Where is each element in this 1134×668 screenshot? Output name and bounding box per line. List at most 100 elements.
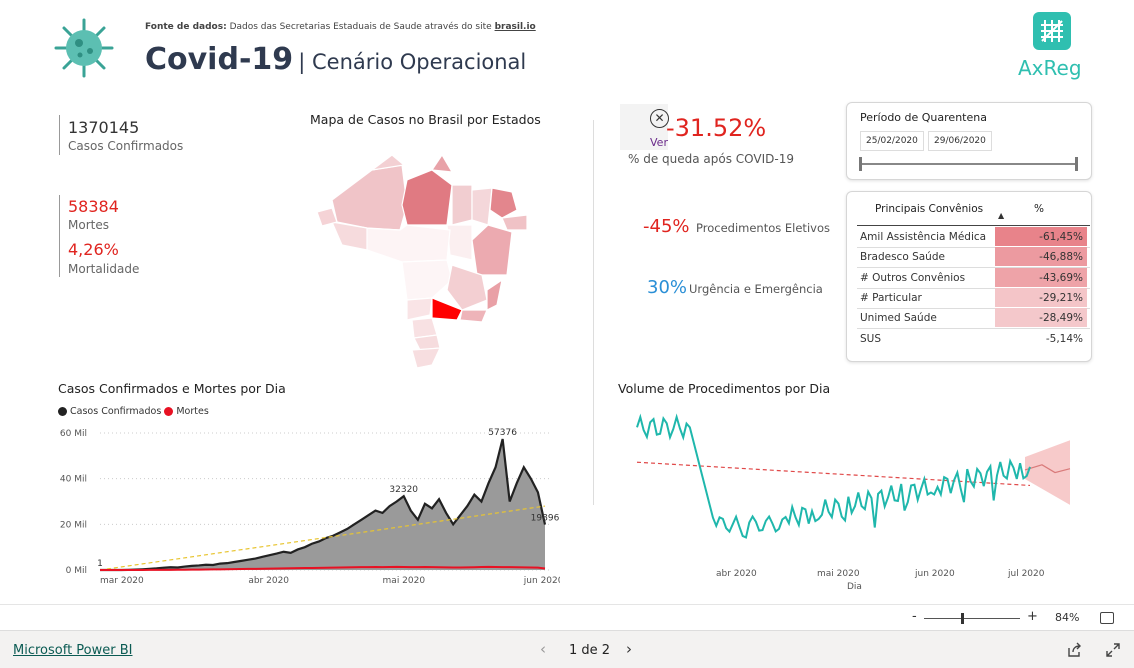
page-indicator: 1 de 2 — [569, 643, 611, 658]
slider-track[interactable] — [861, 163, 1077, 165]
data-source-text: Dados das Secretarias Estaduais de Saude… — [229, 22, 492, 32]
mortality-label: Mortalidade — [68, 262, 140, 276]
x-tick-label: abr 2020 — [716, 569, 757, 579]
y-tick-label: 60 Mil — [60, 429, 87, 439]
table-row[interactable]: SUS -5,14% — [857, 328, 1090, 349]
quarantine-title: Período de Quarentena — [860, 111, 987, 124]
kpi-divider — [59, 195, 62, 277]
y-tick-label: 40 Mil — [60, 475, 87, 485]
urgency-label: Urgência e Emergência — [689, 282, 823, 296]
vertical-divider — [593, 120, 594, 505]
y-tick-label: 0 Mil — [66, 566, 87, 576]
data-label: 32320 — [389, 485, 418, 495]
sort-arrow-icon[interactable]: ▲ — [998, 211, 1004, 220]
procedures-line — [636, 413, 1031, 539]
brazil-map[interactable] — [312, 150, 532, 370]
zoom-out-button[interactable]: - — [912, 609, 917, 624]
table-row[interactable]: # Outros Convênios -43,69% — [857, 267, 1090, 289]
confirmed-value: 1370145 — [68, 118, 140, 137]
data-label: 57376 — [488, 428, 517, 438]
x-tick-label: mai 2020 — [817, 569, 860, 579]
zoom-slider-track[interactable] — [924, 618, 1020, 619]
forecast-band — [1025, 440, 1070, 505]
map-state-mt — [361, 224, 451, 263]
convenio-pct-cell: -5,14% — [995, 328, 1087, 348]
map-state-to — [446, 224, 473, 261]
start-date-field[interactable]: 25/02/2020 — [860, 131, 924, 151]
convenio-pct-cell: -28,49% — [995, 308, 1087, 328]
map-state-ma — [451, 184, 473, 226]
fit-page-icon[interactable] — [1100, 612, 1114, 624]
cases-chart[interactable]: 60 Mil 40 Mil 20 Mil 0 Mil mar 2020 abr 2020 m… — [50, 420, 560, 595]
x-tick-label: jun 2020 — [914, 569, 955, 579]
elective-value: -45% — [643, 216, 690, 237]
x-tick-label: jul 2020 — [1007, 569, 1045, 579]
legend-dot-icon — [164, 407, 174, 416]
convenio-name: Bradesco Saúde — [860, 251, 945, 264]
virus-logo-icon — [54, 18, 114, 78]
col-header-pct[interactable]: % — [1034, 203, 1044, 215]
convenio-name: Amil Assistência Médica — [860, 231, 987, 243]
legend-label-cases: Casos Confirmados — [70, 406, 162, 417]
map-title: Mapa de Casos no Brasil por Estados — [310, 112, 541, 127]
table-row[interactable]: Unimed Saúde -28,49% — [857, 308, 1090, 330]
convenio-pct: -28,49% — [1039, 312, 1083, 325]
zoom-level: 84% — [1055, 611, 1080, 624]
map-state-ce — [489, 187, 518, 219]
convenio-name: Unimed Saúde — [860, 312, 937, 325]
slider-handle-end[interactable] — [1075, 157, 1078, 171]
map-state-rs — [411, 347, 441, 369]
map-state-pe — [501, 214, 528, 231]
table-row[interactable]: # Particular -29,21% — [857, 287, 1090, 309]
prev-page-icon[interactable]: ‹ — [540, 640, 546, 658]
x-tick-label: jun 2020 — [523, 576, 560, 586]
powerbi-link[interactable]: Microsoft Power BI — [13, 643, 132, 658]
convenio-pct-cell: -61,45% — [995, 227, 1087, 246]
convenio-pct: -43,69% — [1039, 271, 1083, 284]
data-label: 1 — [97, 559, 103, 569]
zoom-slider-handle[interactable] — [961, 613, 964, 624]
map-state-am — [331, 164, 408, 231]
visual-error-box[interactable]: ✕ Ver — [620, 104, 669, 150]
convenio-name: SUS — [860, 332, 882, 345]
legend-dot-icon — [58, 407, 67, 416]
cases-chart-title: Casos Confirmados e Mortes por Dia — [58, 381, 286, 396]
x-tick-label: mar 2020 — [100, 576, 144, 586]
table-row[interactable]: Amil Assistência Médica -61,45% — [857, 227, 1090, 248]
page-title: Covid-19 | Cenário Operacional — [145, 42, 526, 77]
end-date-field[interactable]: 29/06/2020 — [928, 131, 992, 151]
drop-value: -31.52% — [666, 114, 767, 142]
fullscreen-icon[interactable] — [1105, 642, 1121, 658]
convenio-pct-cell: -29,21% — [995, 287, 1087, 307]
deaths-label: Mortes — [68, 218, 109, 232]
x-tick-label: mai 2020 — [383, 576, 426, 586]
elective-label: Procedimentos Eletivos — [696, 221, 830, 235]
x-axis-label: Dia — [847, 582, 862, 592]
deaths-value: 58384 — [68, 197, 119, 216]
header-rule — [857, 225, 1090, 226]
data-label: 19896 — [531, 514, 560, 524]
urgency-value: 30% — [647, 277, 688, 298]
convenio-pct-cell: -46,88% — [995, 247, 1087, 267]
convenio-pct-cell: -43,69% — [995, 267, 1087, 287]
col-header-name[interactable]: Principais Convênios — [875, 203, 983, 215]
report-canvas: Fonte de dados: Dados das Secretarias Es… — [0, 0, 1134, 604]
axreg-logo-icon — [1033, 12, 1071, 50]
slider-handle-start[interactable] — [859, 157, 862, 171]
mortality-value: 4,26% — [68, 240, 119, 259]
convenio-pct: -46,88% — [1039, 251, 1083, 264]
next-page-icon[interactable]: › — [626, 640, 632, 658]
subtitle-text: | Cenário Operacional — [298, 50, 527, 74]
map-state-ba — [471, 224, 513, 276]
table-row[interactable]: Bradesco Saúde -46,88% — [857, 247, 1090, 269]
procedures-chart[interactable]: abr 2020 mai 2020 jun 2020 jul 2020 Dia — [620, 400, 1080, 600]
quarantine-slicer: Período de Quarentena 25/02/2020 29/06/2… — [846, 102, 1092, 180]
convenio-pct: -5,14% — [1045, 332, 1083, 345]
legend-label-deaths: Mortes — [176, 406, 209, 417]
convenio-pct: -29,21% — [1039, 291, 1083, 304]
map-state-pi — [471, 187, 493, 226]
zoom-in-button[interactable]: + — [1027, 609, 1038, 624]
data-source-link[interactable]: brasil.io — [495, 22, 536, 32]
convenio-name: # Outros Convênios — [860, 271, 966, 284]
share-icon[interactable] — [1067, 642, 1083, 658]
